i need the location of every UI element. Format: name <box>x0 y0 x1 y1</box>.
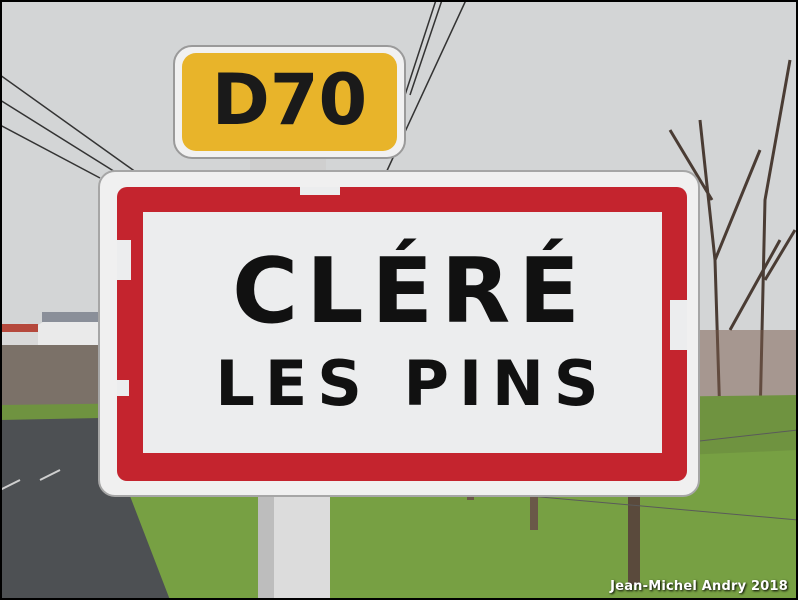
route-number: D70 <box>212 59 368 141</box>
roadside-scene: D70 CLÉRÉ LES PINS <box>0 0 798 600</box>
town-entrance-sign: CLÉRÉ LES PINS <box>98 170 700 497</box>
town-subtitle: LES PINS <box>215 347 608 420</box>
photo-frame: D70 CLÉRÉ LES PINS Jean-Michel Andry 201… <box>0 0 798 600</box>
photo-credit: Jean-Michel Andry 2018 <box>610 579 788 594</box>
town-name: CLÉRÉ <box>232 237 588 344</box>
route-sign: D70 <box>173 45 406 159</box>
